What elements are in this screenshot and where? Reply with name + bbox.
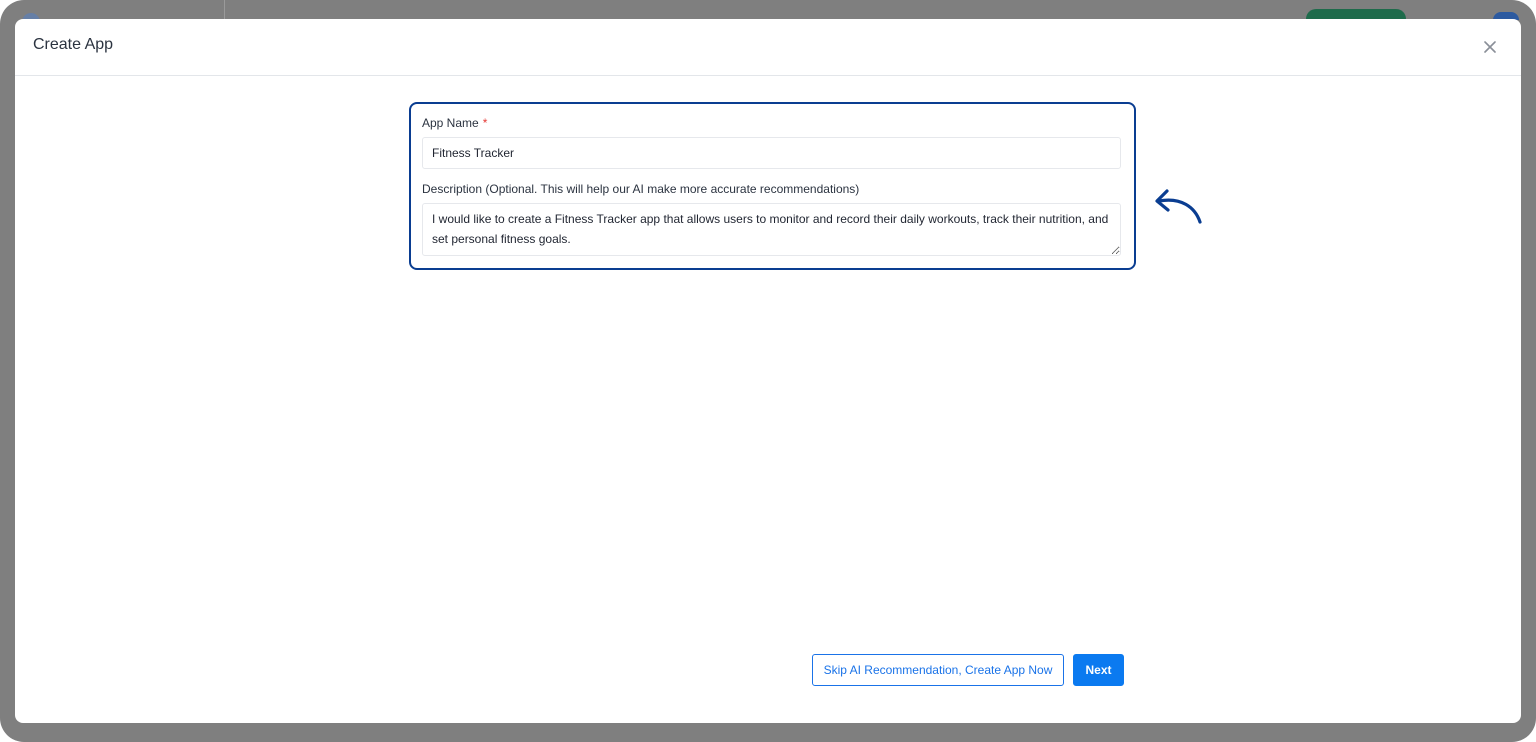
description-label: Description (Optional. This will help ou… [422,182,860,196]
app-name-input[interactable] [422,137,1121,169]
close-icon[interactable] [1481,38,1499,56]
close-icon-glyph [1484,41,1496,53]
next-button[interactable]: Next [1073,654,1124,686]
modal-header: Create App [15,19,1521,76]
skip-ai-create-app-button[interactable]: Skip AI Recommendation, Create App Now [812,654,1064,686]
screen-frame: Create App App Name* Description (Option… [0,0,1536,742]
app-details-form: App Name* Description (Optional. This wi… [409,102,1136,270]
description-textarea[interactable]: I would like to create a Fitness Tracker… [422,203,1121,256]
app-name-label: App Name * [422,116,487,130]
curved-arrow-icon [1155,189,1202,224]
required-marker: * [482,116,488,130]
app-name-label-text: App Name [422,116,479,130]
create-app-modal: Create App App Name* Description (Option… [15,19,1521,723]
modal-title: Create App [33,36,114,53]
background-divider [224,0,225,20]
